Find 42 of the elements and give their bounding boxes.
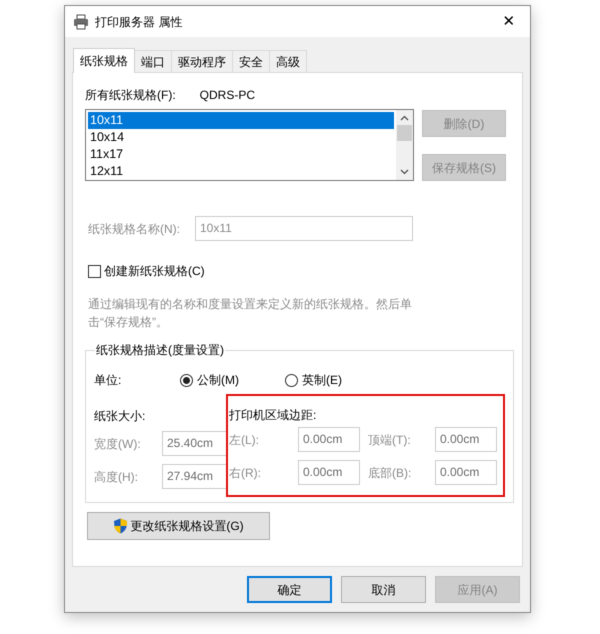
group-title: 纸张规格描述(度量设置) (95, 342, 225, 359)
field-label: 右(R): (229, 464, 262, 482)
field-label: 高度(H): (94, 468, 139, 486)
shield-icon (113, 518, 128, 534)
field-label: 单位: (94, 372, 122, 389)
input-field[interactable]: 0.00cm (435, 460, 497, 485)
scrollbar-thumb[interactable] (397, 125, 412, 141)
radio-button[interactable] (285, 374, 298, 386)
list-item[interactable]: 10x11 (88, 112, 394, 129)
close-button[interactable]: ✕ (494, 10, 524, 34)
input-field[interactable]: 27.94cm (162, 464, 226, 489)
server-name: QDRS-PC (200, 87, 255, 104)
field-label: 所有纸张规格(F): (85, 87, 176, 104)
field-label: 底部(B): (368, 464, 412, 482)
input-field[interactable]: 0.00cm (298, 460, 360, 485)
radio-label[interactable]: 英制(E) (302, 371, 342, 389)
change-settings-button[interactable]: 更改纸张规格设置(G) (87, 512, 270, 540)
dialog-button[interactable]: 取消 (341, 576, 426, 603)
tab[interactable]: 纸张规格 (73, 48, 135, 73)
radio-button[interactable] (180, 374, 193, 386)
printer-icon (73, 14, 89, 30)
checkbox-label[interactable]: 创建新纸张规格(C) (104, 262, 205, 280)
paper-size-list[interactable]: 10x11 10x14 11x17 12x11 (85, 109, 414, 181)
input-field[interactable]: 25.40cm (162, 431, 226, 456)
tab[interactable]: 高级 (269, 50, 307, 72)
field-label: 宽度(W): (94, 436, 142, 452)
field-label: 左(L): (229, 432, 260, 448)
scrollbar[interactable] (396, 110, 413, 180)
section-title: 打印机区域边距: (229, 407, 318, 422)
list-item[interactable]: 12x11 (88, 163, 394, 180)
input-field[interactable]: 0.00cm (298, 427, 360, 452)
list-item[interactable]: 11x17 (88, 146, 394, 163)
radio-label[interactable]: 公制(M) (197, 371, 239, 389)
section-title: 纸张大小: (94, 408, 146, 423)
checkbox[interactable] (88, 264, 101, 278)
description-text: 通过编辑现有的名称和度量设置来定义新的纸张规格。然后单击“保存规格”。 (87, 296, 413, 331)
field-label: 纸张规格名称(N): (88, 220, 181, 238)
list-item[interactable]: 10x14 (88, 129, 394, 146)
ok-button[interactable]: 确定 (247, 576, 332, 603)
input-field[interactable]: 0.00cm (435, 427, 497, 452)
field-label: 顶端(T): (368, 432, 412, 448)
window-title: 打印服务器 属性 (95, 14, 182, 30)
